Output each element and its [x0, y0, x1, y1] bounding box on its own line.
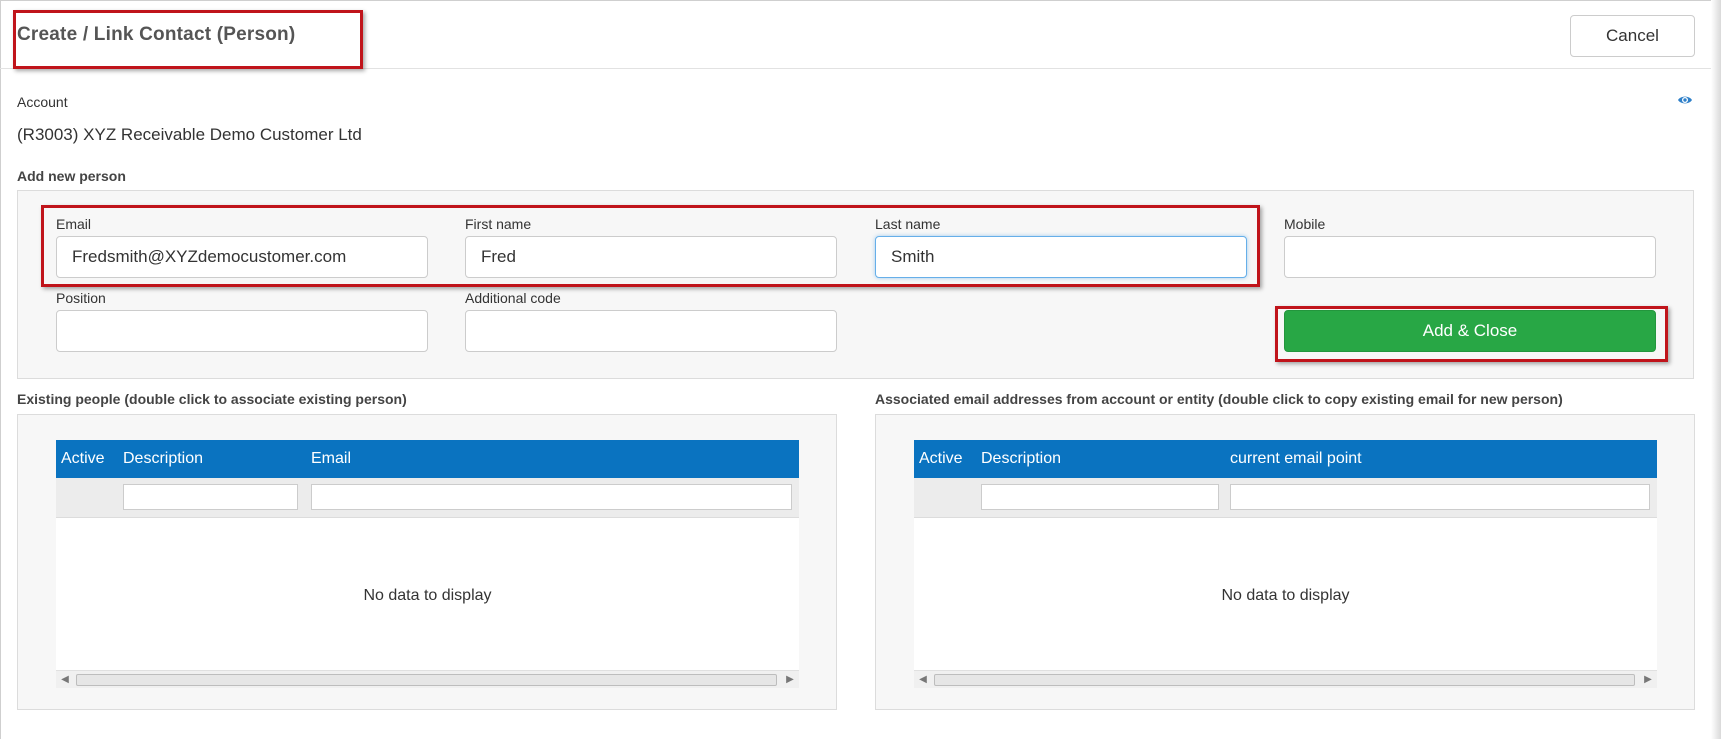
scrollbar-thumb[interactable] [76, 674, 777, 686]
horizontal-scrollbar[interactable]: ◀ ▶ [56, 670, 799, 688]
first-name-field[interactable] [465, 236, 837, 278]
add-close-button[interactable]: Add & Close [1284, 310, 1656, 352]
last-name-label: Last name [875, 216, 941, 232]
email-filter-input[interactable] [311, 484, 792, 510]
column-header-active[interactable]: Active [61, 450, 105, 468]
scroll-right-icon[interactable]: ▶ [1639, 671, 1657, 689]
scroll-left-icon[interactable]: ◀ [56, 671, 74, 689]
mobile-field[interactable] [1284, 236, 1656, 278]
scrollbar-thumb[interactable] [934, 674, 1635, 686]
first-name-label: First name [465, 216, 532, 232]
existing-people-section-title: Existing people (double click to associa… [17, 391, 407, 407]
position-field[interactable] [56, 310, 428, 352]
grid-header-row: Active Description Email [56, 440, 799, 478]
filter-row [914, 478, 1657, 518]
current-email-point-filter-input[interactable] [1230, 484, 1650, 510]
existing-people-grid: Active Description Email No data to disp… [56, 440, 799, 688]
additional-code-field[interactable] [465, 310, 837, 352]
dialog-title: Create / Link Contact (Person) [17, 24, 296, 45]
existing-people-panel: Active Description Email No data to disp… [17, 414, 837, 710]
mobile-label: Mobile [1284, 216, 1326, 232]
empty-state-text: No data to display [363, 587, 492, 604]
last-name-field[interactable] [875, 236, 1247, 278]
add-person-section-title: Add new person [17, 168, 126, 184]
position-label: Position [56, 290, 106, 306]
description-filter-input[interactable] [981, 484, 1219, 510]
associated-emails-section-title: Associated email addresses from account … [875, 391, 1563, 407]
filter-row [56, 478, 799, 518]
description-filter-input[interactable] [123, 484, 298, 510]
grid-header-row: Active Description current email point [914, 440, 1657, 478]
additional-code-label: Additional code [465, 290, 561, 306]
eye-icon[interactable] [1677, 92, 1693, 108]
cancel-button[interactable]: Cancel [1570, 15, 1695, 57]
column-header-description[interactable]: Description [981, 450, 1061, 468]
column-header-email[interactable]: Email [311, 450, 351, 468]
column-header-description[interactable]: Description [123, 450, 203, 468]
dialog-header: Create / Link Contact (Person) Cancel [0, 0, 1711, 69]
scroll-right-icon[interactable]: ▶ [781, 671, 799, 689]
associated-emails-panel: Active Description current email point N… [875, 414, 1695, 710]
scroll-left-icon[interactable]: ◀ [914, 671, 932, 689]
column-header-active[interactable]: Active [919, 450, 963, 468]
column-header-current-email-point[interactable]: current email point [1230, 450, 1362, 468]
empty-state-text: No data to display [1221, 587, 1350, 604]
associated-emails-grid: Active Description current email point N… [914, 440, 1657, 688]
account-value: (R3003) XYZ Receivable Demo Customer Ltd [17, 125, 362, 144]
account-label: Account [17, 94, 68, 110]
dialog-edge-shadow [1711, 0, 1721, 739]
email-field[interactable] [56, 236, 428, 278]
email-label: Email [56, 216, 92, 232]
horizontal-scrollbar[interactable]: ◀ ▶ [914, 670, 1657, 688]
